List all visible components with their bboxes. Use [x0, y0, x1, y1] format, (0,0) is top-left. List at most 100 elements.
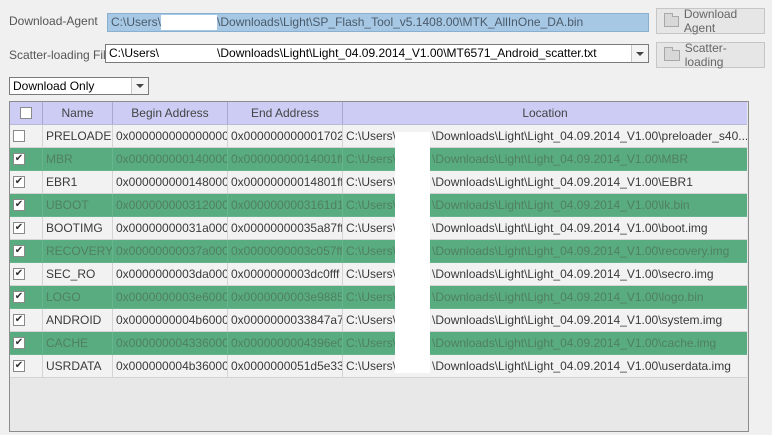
table-row[interactable]: ✔ LOGO 0x0000000003e60000 0x0000000003e9885… — [10, 286, 747, 309]
folder-icon — [664, 46, 680, 61]
end-address: 0x0000000003e9885b — [228, 286, 343, 309]
row-checkbox-cell: ✔ — [10, 286, 43, 309]
partition-name: SEC_RO — [43, 263, 113, 286]
table-row[interactable]: ✔ USRDATA 0x000000004b360000 0x0000000051d5… — [10, 355, 747, 378]
end-address: 0x0000000003dc0fff — [228, 263, 343, 286]
partition-name: EBR1 — [43, 171, 113, 194]
download-agent-button[interactable]: Download Agent — [656, 7, 765, 35]
row-checkbox[interactable]: ✔ — [13, 245, 25, 257]
partition-name: USRDATA — [43, 355, 113, 378]
table-row[interactable]: ✔ CACHE 0x0000000043360000 0x0000000004396e… — [10, 332, 747, 355]
location-suffix: \Downloads\Light\Light_04.09.2014_V1.00\… — [432, 290, 704, 304]
table-row[interactable]: ✔ BOOTIMG 0x00000000031a0000 0x00000000035a… — [10, 217, 747, 240]
begin-address: 0x000000004b360000 — [113, 355, 228, 378]
table-header: Name Begin Address End Address Location — [10, 102, 747, 125]
location-suffix: \Downloads\Light\Light_04.09.2014_V1.00\… — [432, 313, 723, 327]
table-row[interactable]: ✔ UBOOT 0x0000000003120000 0x0000000003161d… — [10, 194, 747, 217]
folder-icon — [664, 12, 679, 27]
header-name[interactable]: Name — [43, 102, 113, 124]
table-row[interactable]: ✔ ANDROID 0x0000000004b60000 0x000000003384… — [10, 309, 747, 332]
download-agent-button-label: Download Agent — [683, 7, 738, 35]
begin-address: 0x0000000003120000 — [113, 194, 228, 217]
partition-name: ANDROID — [43, 309, 113, 332]
location-prefix: C:\Users\ — [346, 198, 397, 212]
end-address: 0x0000000000017027 — [228, 125, 343, 148]
scatter-loading-button-label: Scatter-loading — [684, 41, 727, 69]
chevron-down-icon[interactable] — [631, 45, 648, 62]
download-agent-path-prefix: C:\Users\ — [111, 15, 162, 29]
redacted-username-column — [395, 132, 430, 373]
row-checkbox[interactable]: ✔ — [13, 176, 25, 188]
select-all-checkbox[interactable] — [20, 107, 32, 119]
end-address: 0x0000000003161d17 — [228, 194, 343, 217]
row-checkbox[interactable]: ✔ — [13, 314, 25, 326]
header-checkbox-cell[interactable] — [10, 102, 43, 124]
partition-name: PRELOADER — [43, 125, 113, 148]
location-prefix: C:\Users\ — [346, 129, 397, 143]
row-checkbox[interactable]: ✔ — [13, 291, 25, 303]
partition-name: BOOTIMG — [43, 217, 113, 240]
row-checkbox[interactable]: ✔ — [13, 199, 25, 211]
partition-name: UBOOT — [43, 194, 113, 217]
location-prefix: C:\Users\ — [346, 336, 397, 350]
row-checkbox[interactable]: ✔ — [13, 153, 25, 165]
download-agent-path-suffix: \Downloads\Light\SP_Flash_Tool_v5.1408.0… — [217, 15, 584, 29]
table-row[interactable]: ✔ MBR 0x0000000001400000 0x00000000014001ff… — [10, 148, 747, 171]
location-prefix: C:\Users\ — [346, 152, 397, 166]
row-checkbox-cell: ✔ — [10, 263, 43, 286]
begin-address: 0x0000000003da0000 — [113, 263, 228, 286]
location-prefix: C:\Users\ — [346, 359, 397, 373]
header-location[interactable]: Location — [343, 102, 747, 124]
download-agent-label: Download-Agent — [9, 14, 98, 28]
location-suffix: \Downloads\Light\Light_04.09.2014_V1.00\… — [432, 336, 717, 350]
row-checkbox-cell — [10, 125, 43, 148]
download-mode-value: Download Only — [13, 79, 95, 93]
download-mode-select[interactable]: Download Only — [9, 77, 149, 95]
begin-address: 0x0000000043360000 — [113, 332, 228, 355]
location-prefix: C:\Users\ — [346, 267, 397, 281]
location-suffix: \Downloads\Light\Light_04.09.2014_V1.00\… — [432, 244, 730, 258]
row-checkbox[interactable]: ✔ — [13, 268, 25, 280]
table-row[interactable]: ✔ SEC_RO 0x0000000003da0000 0x0000000003dc0… — [10, 263, 747, 286]
location-suffix: \Downloads\Light\Light_04.09.2014_V1.00\… — [432, 175, 693, 189]
begin-address: 0x0000000000000000 — [113, 125, 228, 148]
location-prefix: C:\Users\ — [346, 244, 397, 258]
row-checkbox[interactable]: ✔ — [13, 222, 25, 234]
redacted-username — [159, 46, 218, 61]
begin-address: 0x0000000001480000 — [113, 171, 228, 194]
row-checkbox-cell: ✔ — [10, 217, 43, 240]
begin-address: 0x00000000031a0000 — [113, 217, 228, 240]
row-checkbox-cell: ✔ — [10, 171, 43, 194]
end-address: 0x0000000004396e093 — [228, 332, 343, 355]
header-begin-address[interactable]: Begin Address — [113, 102, 228, 124]
table-row[interactable]: ✔ RECOVERY 0x00000000037a0000 0x0000000003c… — [10, 240, 747, 263]
row-checkbox[interactable]: ✔ — [13, 360, 25, 372]
scatter-path-suffix: \Downloads\Light\Light_04.09.2014_V1.00\… — [217, 46, 597, 60]
location-suffix: \Downloads\Light\Light_04.09.2014_V1.00\… — [432, 267, 714, 281]
partition-name: MBR — [43, 148, 113, 171]
row-checkbox[interactable] — [13, 130, 25, 142]
location-suffix: \Downloads\Light\Light_04.09.2014_V1.00\… — [432, 198, 690, 212]
table-row[interactable]: ✔ EBR1 0x0000000001480000 0x00000000014801f… — [10, 171, 747, 194]
location-suffix: \Downloads\Light\Light_04.09.2014_V1.00\… — [432, 152, 689, 166]
location-suffix: \Downloads\Light\Light_04.09.2014_V1.00\… — [432, 129, 747, 143]
scatter-loading-button[interactable]: Scatter-loading — [656, 41, 765, 69]
row-checkbox-cell: ✔ — [10, 355, 43, 378]
location-prefix: C:\Users\ — [346, 290, 397, 304]
row-checkbox[interactable]: ✔ — [13, 337, 25, 349]
header-end-address[interactable]: End Address — [228, 102, 343, 124]
begin-address: 0x0000000001400000 — [113, 148, 228, 171]
row-checkbox-cell: ✔ — [10, 148, 43, 171]
scatter-loading-combo[interactable]: C:\Users\ \Downloads\Light\Light_04.09.20… — [105, 44, 649, 63]
end-address: 0x0000000051d5e333 — [228, 355, 343, 378]
scatter-loading-label: Scatter-loading File — [9, 48, 113, 62]
location-prefix: C:\Users\ — [346, 175, 397, 189]
scatter-path-prefix: C:\Users\ — [109, 46, 160, 60]
redacted-username — [161, 15, 218, 30]
partition-name: RECOVERY — [43, 240, 113, 263]
chevron-down-icon[interactable] — [131, 78, 148, 94]
download-agent-path-field: C:\Users\ \Downloads\Light\SP_Flash_Tool_… — [107, 13, 649, 32]
partition-table: Name Begin Address End Address Location … — [9, 101, 749, 432]
table-row[interactable]: PRELOADER 0x0000000000000000 0x00000000000… — [10, 125, 747, 148]
location-suffix: \Downloads\Light\Light_04.09.2014_V1.00\… — [432, 221, 708, 235]
